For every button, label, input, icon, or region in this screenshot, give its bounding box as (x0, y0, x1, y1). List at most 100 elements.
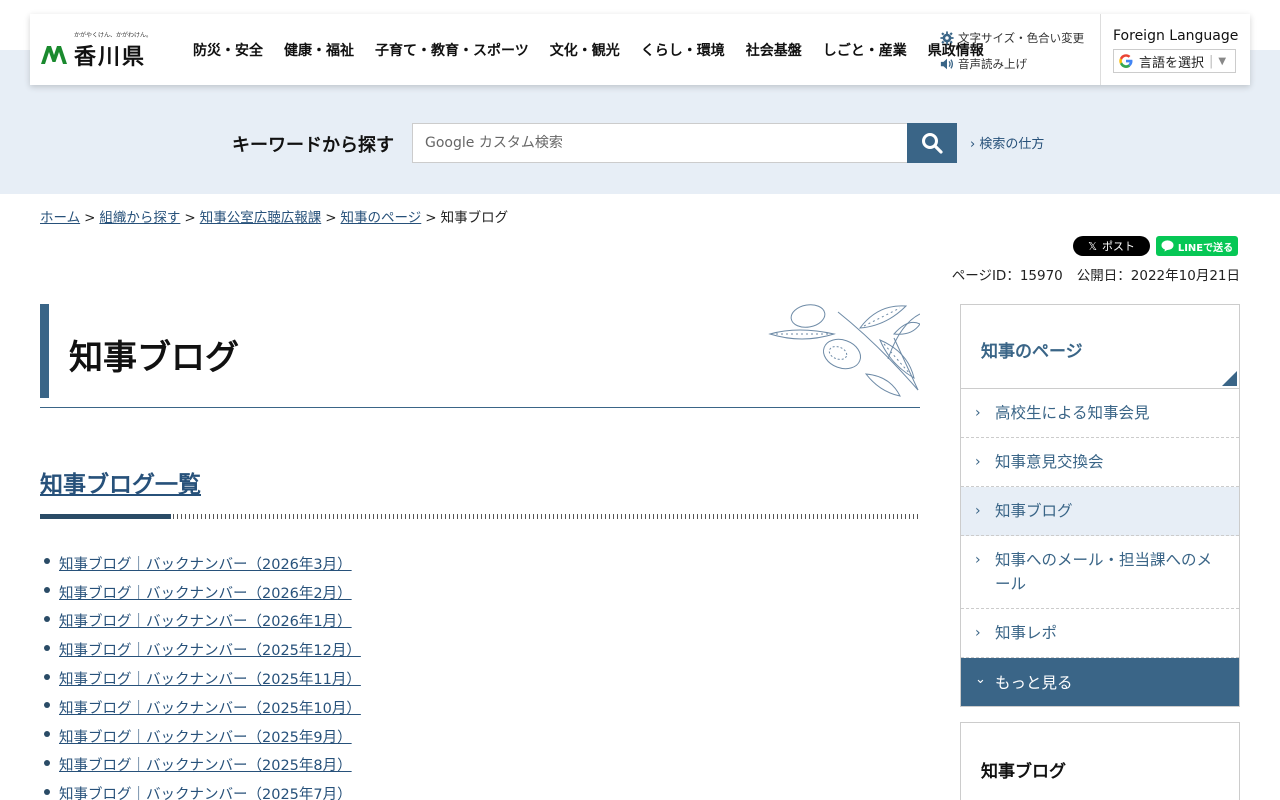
blog-link[interactable]: 知事ブログ｜バックナンバー（2025年11月） (59, 668, 361, 689)
nav-item-kosodate[interactable]: 子育て・教育・スポーツ (375, 40, 529, 60)
nav-item-shigoto[interactable]: しごと・産業 (823, 40, 907, 60)
breadcrumb-department[interactable]: 知事公室広聴広報課 (200, 210, 322, 226)
list-item: 知事ブログ｜バックナンバー（2026年1月） (44, 607, 361, 636)
blog-link[interactable]: 知事ブログ｜バックナンバー（2026年2月） (59, 582, 352, 603)
chevron-down-icon: ⌄ (975, 672, 986, 687)
breadcrumb-separator: > (184, 210, 196, 226)
language-panel: Foreign Language 言語を選択 | ▼ (1100, 14, 1250, 85)
line-logo-icon (1161, 240, 1174, 252)
breadcrumb-separator: > (425, 210, 437, 226)
dropdown-arrow-icon: ▼ (1218, 55, 1227, 67)
blog-link[interactable]: 知事ブログ｜バックナンバー（2025年12月） (59, 639, 361, 660)
breadcrumb-organization[interactable]: 組織から探す (99, 210, 180, 226)
sidebar-blog-heading: 知事ブログ (981, 762, 1066, 782)
blog-backnumber-list: 知事ブログ｜バックナンバー（2026年3月） 知事ブログ｜バックナンバー（202… (44, 549, 361, 800)
speech-label: 音声読み上げ (958, 57, 1027, 71)
site-header: かがやくけん、かがわけん。 香川県 防災・安全 健康・福祉 子育て・教育・スポー… (30, 14, 1250, 85)
font-color-button[interactable]: 文字サイズ・色合い変更 (940, 28, 1090, 48)
search-help-link[interactable]: › 検索の仕方 (970, 133, 1044, 152)
heading-underline (40, 514, 920, 520)
chevron-right-icon: › (975, 552, 981, 568)
list-item: 知事ブログ｜バックナンバー（2025年9月） (44, 722, 361, 751)
chevron-right-icon: › (970, 137, 976, 152)
sidebar-item-label: 知事ブログ (995, 502, 1073, 520)
sidebar-more-button[interactable]: ⌄ もっと見る (961, 658, 1239, 706)
breadcrumb: ホーム > 組織から探す > 知事公室広聴広報課 > 知事のページ > 知事ブログ (40, 206, 508, 226)
page-id: ページID：15970 (951, 268, 1063, 284)
list-item: 知事ブログ｜バックナンバー（2025年8月） (44, 751, 361, 780)
breadcrumb-current: 知事ブログ (440, 210, 509, 226)
corner-triangle-icon (1222, 371, 1237, 386)
nav-item-bunka[interactable]: 文化・観光 (550, 40, 620, 60)
language-select-label: 言語を選択 (1139, 55, 1205, 71)
nav-item-kurashi[interactable]: くらし・環境 (641, 40, 725, 60)
list-item: 知事ブログ｜バックナンバー（2025年12月） (44, 635, 361, 664)
blog-link[interactable]: 知事ブログ｜バックナンバー（2025年8月） (59, 754, 352, 775)
sidebar-heading: 知事のページ (981, 342, 1083, 362)
search-label: キーワードから探す (232, 135, 394, 156)
list-item: 知事ブログ｜バックナンバー（2025年7月） (44, 779, 361, 800)
logo-name: 香川県 (74, 45, 147, 70)
blog-link[interactable]: 知事ブログ｜バックナンバー（2025年7月） (59, 783, 352, 800)
font-color-label: 文字サイズ・色合い変更 (958, 31, 1085, 45)
speaker-icon (940, 58, 954, 70)
search-help-label: 検索の仕方 (979, 137, 1045, 152)
heading-underline-dotted (173, 514, 918, 519)
list-item: 知事ブログ｜バックナンバー（2026年2月） (44, 578, 361, 607)
accessibility-tools: 文字サイズ・色合い変更 音声読み上げ (940, 28, 1090, 80)
x-logo-icon: 𝕏 (1088, 239, 1097, 253)
site-logo[interactable]: かがやくけん、かがわけん。 香川県 (40, 32, 152, 72)
sidebar-heading-box[interactable]: 知事のページ (961, 305, 1239, 389)
sidebar-more-label: もっと見る (995, 674, 1073, 692)
olive-branch-illustration (768, 304, 920, 397)
sidebar-item-label: 知事レポ (995, 624, 1058, 642)
blog-link[interactable]: 知事ブログ｜バックナンバー（2025年10月） (59, 697, 361, 718)
gear-icon (940, 31, 954, 45)
language-select[interactable]: 言語を選択 | ▼ (1113, 49, 1236, 73)
nav-item-kenko[interactable]: 健康・福祉 (284, 40, 354, 60)
chevron-right-icon: › (975, 503, 981, 519)
nav-item-bosai[interactable]: 防災・安全 (193, 40, 263, 60)
page-meta: ページID：15970 公開日：2022年10月21日 (952, 264, 1240, 284)
blog-list-heading[interactable]: 知事ブログ一覧 (40, 465, 201, 499)
breadcrumb-governor-page[interactable]: 知事のページ (341, 210, 422, 226)
search-icon (922, 133, 943, 154)
list-item: 知事ブログ｜バックナンバー（2026年3月） (44, 549, 361, 578)
page-title-box: 知事ブログ (40, 304, 920, 408)
page-title: 知事ブログ (69, 338, 239, 378)
line-share-label: LINEで送る (1177, 242, 1234, 254)
language-title: Foreign Language (1113, 28, 1239, 44)
sidebar-item-governor-blog[interactable]: › 知事ブログ (961, 487, 1239, 536)
speech-button[interactable]: 音声読み上げ (940, 54, 1090, 74)
sidebar-governor-menu: 知事のページ › 高校生による知事会見 › 知事意見交換会 › 知事ブログ › … (960, 304, 1240, 707)
sidebar-item-student-press[interactable]: › 高校生による知事会見 (961, 389, 1239, 438)
kagawa-emblem-icon (41, 46, 67, 64)
google-g-icon (1119, 54, 1133, 68)
sidebar-item-opinion-exchange[interactable]: › 知事意見交換会 (961, 438, 1239, 487)
breadcrumb-separator: > (84, 210, 96, 226)
sidebar-item-label: 知事意見交換会 (995, 453, 1104, 471)
search-input[interactable] (412, 123, 908, 163)
heading-underline-solid (40, 514, 171, 519)
blog-link[interactable]: 知事ブログ｜バックナンバー（2026年3月） (59, 553, 352, 574)
sidebar-item-governor-report[interactable]: › 知事レポ (961, 609, 1239, 658)
x-share-label: ポスト (1101, 240, 1135, 253)
search-button[interactable] (907, 123, 957, 163)
list-item: 知事ブログ｜バックナンバー（2025年11月） (44, 664, 361, 693)
global-nav: 防災・安全 健康・福祉 子育て・教育・スポーツ 文化・観光 くらし・環境 社会基… (193, 14, 984, 85)
title-accent-bar (40, 304, 49, 398)
sidebar-blog-box: 知事ブログ (960, 722, 1240, 800)
sidebar-item-governor-mail[interactable]: › 知事へのメール・担当課へのメール (961, 536, 1239, 609)
list-item: 知事ブログ｜バックナンバー（2025年10月） (44, 693, 361, 722)
blog-link[interactable]: 知事ブログ｜バックナンバー（2026年1月） (59, 610, 352, 631)
nav-item-shakai[interactable]: 社会基盤 (746, 40, 802, 60)
blog-link[interactable]: 知事ブログ｜バックナンバー（2025年9月） (59, 726, 352, 747)
sidebar-item-label: 高校生による知事会見 (995, 404, 1150, 422)
select-divider: | (1209, 53, 1214, 69)
line-share-button[interactable]: LINEで送る (1156, 236, 1238, 256)
chevron-right-icon: › (975, 625, 981, 641)
logo-tagline: かがやくけん、かがわけん。 (74, 32, 153, 39)
chevron-right-icon: › (975, 405, 981, 421)
x-share-button[interactable]: 𝕏 ポスト (1073, 236, 1150, 256)
breadcrumb-home[interactable]: ホーム (40, 210, 80, 226)
